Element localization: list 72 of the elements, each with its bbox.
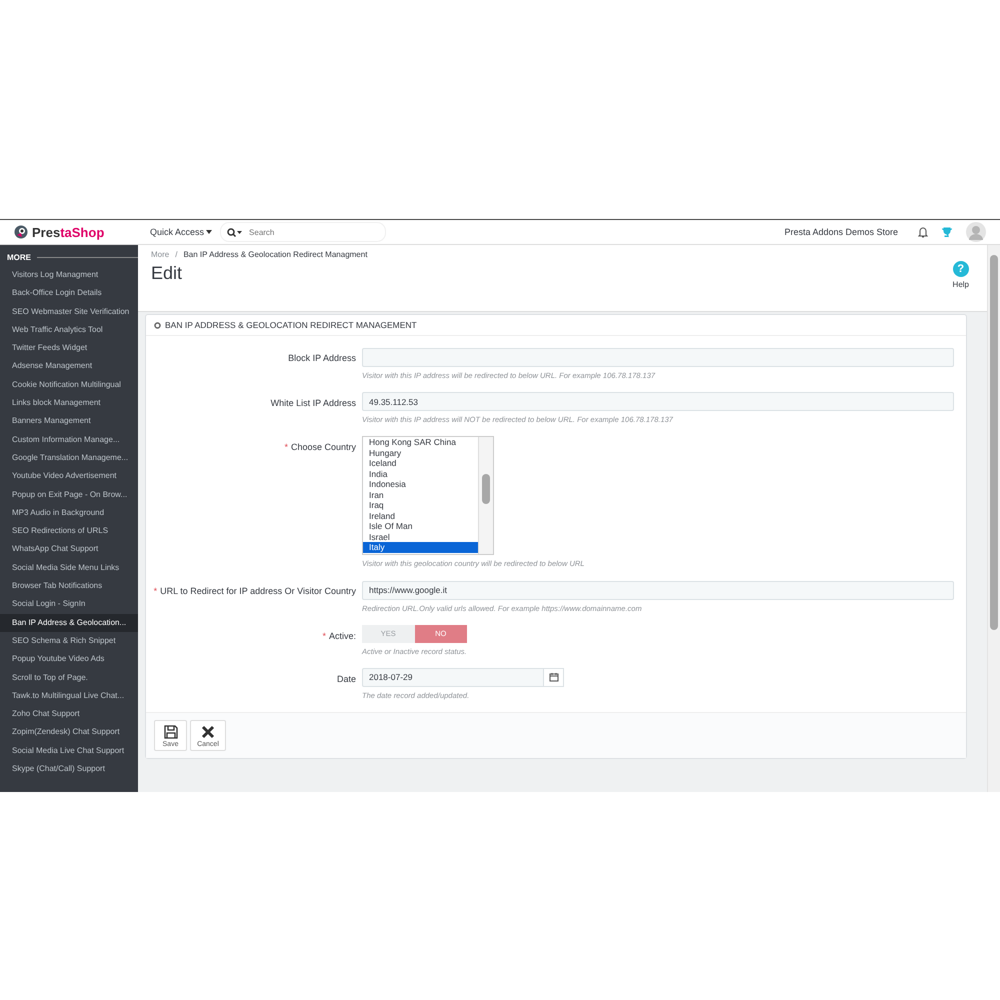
sidebar-item[interactable]: Popup Youtube Video Ads bbox=[0, 650, 138, 669]
close-icon bbox=[201, 724, 215, 738]
sidebar-item[interactable]: Twitter Feeds Widget bbox=[0, 339, 138, 358]
breadcrumb-separator: / bbox=[175, 250, 178, 259]
country-option[interactable]: Hungary bbox=[363, 448, 478, 458]
sidebar-item[interactable]: Cookie Notification Multilingual bbox=[0, 376, 138, 394]
country-option[interactable]: Iceland bbox=[363, 458, 478, 468]
search-icon bbox=[227, 228, 244, 236]
sidebar-item[interactable]: SEO Schema & Rich Snippet bbox=[0, 632, 138, 650]
sidebar-item[interactable]: Visitors Log Managment bbox=[0, 266, 138, 284]
sidebar-item[interactable]: Popup on Exit Page - On Brow... bbox=[0, 486, 138, 504]
sidebar-item[interactable]: SEO Redirections of URLS bbox=[0, 522, 138, 540]
country-option[interactable]: India bbox=[363, 468, 478, 479]
sidebar-item[interactable]: Banners Management bbox=[0, 412, 138, 431]
sidebar-item[interactable]: Zoho Chat Support bbox=[0, 705, 138, 724]
field-label: Date bbox=[336, 672, 356, 686]
help-button[interactable]: ? Help bbox=[946, 245, 975, 311]
country-option[interactable]: Iran bbox=[363, 490, 478, 500]
logo-text: PrestaShop bbox=[32, 224, 104, 240]
scrollbar-thumb[interactable] bbox=[482, 474, 490, 504]
page-title: Edit bbox=[151, 263, 184, 284]
sidebar-item[interactable]: Scroll to Top of Page. bbox=[0, 668, 138, 687]
save-icon bbox=[164, 724, 178, 738]
field-label: White List IP Address bbox=[270, 396, 356, 410]
field-label: * URL to Redirect for IP address Or Visitor Country bbox=[152, 585, 356, 598]
sidebar-item[interactable]: Custom Information Manage... bbox=[0, 430, 138, 449]
calendar-icon[interactable] bbox=[544, 668, 564, 686]
sidebar-item[interactable]: MP3 Audio in Background bbox=[0, 504, 138, 522]
text-field[interactable]: https://www.google.it bbox=[362, 580, 954, 600]
country-option[interactable]: Ireland bbox=[363, 510, 478, 521]
sidebar-item[interactable]: Web Traffic Analytics Tool bbox=[0, 320, 138, 340]
sidebar-item[interactable]: Zopim(Zendesk) Chat Support bbox=[0, 723, 138, 742]
sidebar-item[interactable]: Social Media Side Menu Links bbox=[0, 558, 138, 578]
field-label: * Choose Country bbox=[283, 441, 356, 454]
section-heading: MORE bbox=[7, 253, 31, 262]
country-option[interactable]: Indonesia bbox=[363, 479, 478, 490]
field-label: * Active: bbox=[321, 630, 356, 642]
field-label: Block IP Address bbox=[287, 352, 356, 365]
bell-icon[interactable] bbox=[918, 226, 928, 238]
country-option[interactable]: Isle Of Man bbox=[363, 521, 478, 532]
sidebar-item[interactable]: SEO Webmaster Site Verification bbox=[0, 302, 138, 321]
search-field[interactable]: Search bbox=[220, 222, 386, 242]
sidebar-item[interactable]: Links block Management bbox=[0, 394, 138, 412]
sidebar-item[interactable]: Youtube Video Advertisement bbox=[0, 467, 138, 486]
caret-icon bbox=[206, 230, 212, 234]
sidebar-item[interactable]: Back-Office Login Details bbox=[0, 284, 138, 303]
sidebar-item[interactable]: Google Translation Manageme... bbox=[0, 448, 138, 468]
text-field[interactable]: 49.35.112.53 bbox=[362, 392, 954, 411]
sidebar-item[interactable]: Ban IP Address & Geolocation... bbox=[0, 614, 138, 632]
date-field[interactable]: 2018-07-29 bbox=[362, 668, 544, 686]
country-listbox[interactable]: Hong Kong SAR China Hungary Iceland India Indonesia Iran Iraq Ireland Isle Of Man Israel Italy bbox=[362, 436, 494, 555]
trophy-icon[interactable] bbox=[942, 227, 952, 237]
settings-icon bbox=[154, 322, 161, 328]
quick-access-menu[interactable]: Quick Access bbox=[150, 227, 212, 237]
sidebar-item[interactable]: Adsense Management bbox=[0, 357, 138, 376]
sidebar-item[interactable]: Social Login - SignIn bbox=[0, 595, 138, 614]
country-option[interactable]: Iraq bbox=[363, 500, 478, 510]
logo-icon bbox=[14, 225, 28, 239]
search-field[interactable]: Search bbox=[247, 226, 362, 238]
country-option[interactable]: Israel bbox=[363, 532, 478, 542]
shop-name[interactable]: Presta Addons Demos Store bbox=[784, 227, 898, 237]
sidebar-item[interactable]: Skype (Chat/Call) Support bbox=[0, 760, 138, 778]
sidebar-item[interactable]: WhatsApp Chat Support bbox=[0, 540, 138, 559]
country-option[interactable]: Hong Kong SAR China bbox=[363, 437, 478, 448]
avatar-icon[interactable] bbox=[966, 222, 986, 242]
sidebar-item[interactable]: Browser Tab Notifications bbox=[0, 577, 138, 596]
panel-title: BAN IP ADDRESS & GEOLOCATION REDIRECT MANAGEMENT bbox=[165, 320, 417, 330]
breadcrumb-link[interactable]: More bbox=[151, 250, 170, 259]
sidebar-item[interactable]: Tawk.to Multilingual Live Chat... bbox=[0, 686, 138, 706]
sidebar-item[interactable]: Social Media Live Chat Support bbox=[0, 742, 138, 760]
breadcrumb-link[interactable]: Ban IP Address & Geolocation Redirect Managment bbox=[183, 250, 368, 259]
country-option[interactable]: Italy bbox=[363, 542, 478, 552]
